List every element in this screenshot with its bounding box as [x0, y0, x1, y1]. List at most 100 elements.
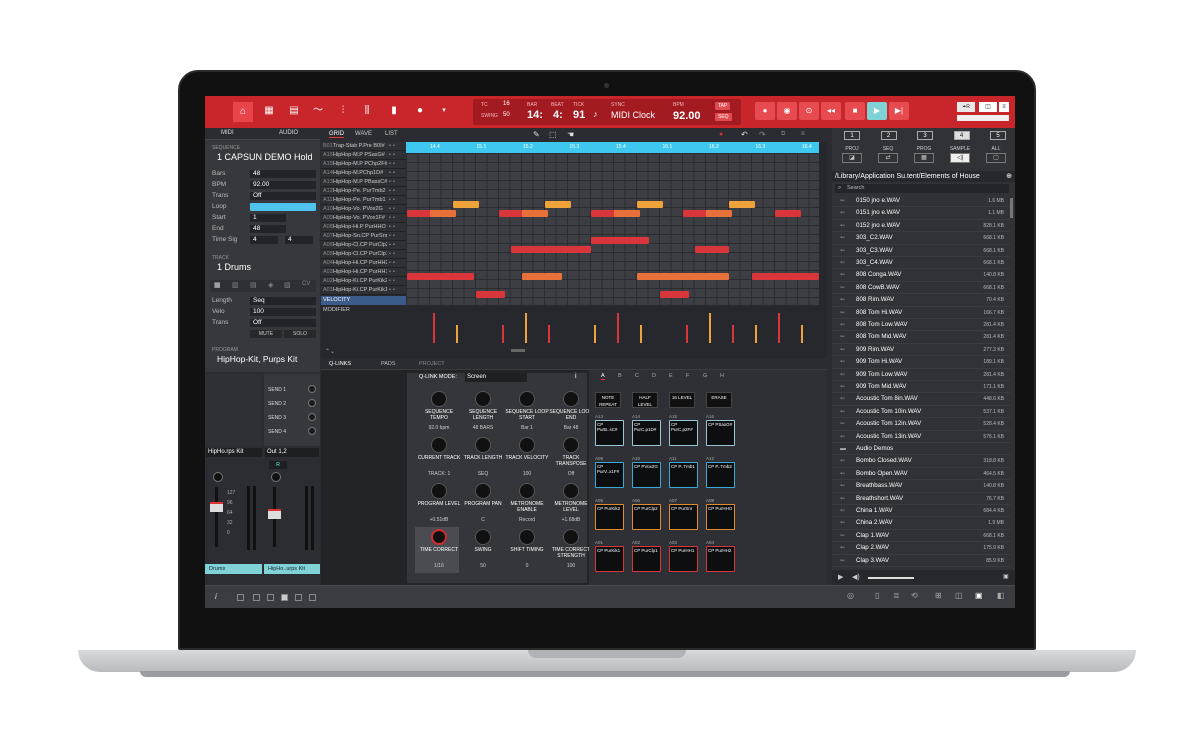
- track-mute-icon[interactable]: ▪: [389, 269, 391, 275]
- fader-2[interactable]: [268, 509, 281, 519]
- file-row[interactable]: ⇽ Bombo Closed.WAV 318.8 KB: [832, 455, 1010, 468]
- velo-field[interactable]: 100: [250, 308, 316, 316]
- play-start-button[interactable]: ▶|: [889, 102, 909, 120]
- fader-1[interactable]: [210, 502, 223, 512]
- drum-pad[interactable]: CP PurHH2: [706, 546, 735, 572]
- paste-icon[interactable]: ⧈: [801, 131, 805, 138]
- midi-note[interactable]: [407, 272, 474, 280]
- info-button[interactable]: i: [215, 592, 217, 601]
- pad-bank-tab[interactable]: C: [635, 373, 639, 379]
- solo-button[interactable]: SOLO: [284, 330, 316, 338]
- tab-qlinks[interactable]: Q-LINKS: [329, 361, 351, 367]
- track-row[interactable]: A04HipHop-Hi.CP PurHH2▪ ▪: [321, 259, 406, 268]
- stop-overdub-button[interactable]: ⊙: [799, 102, 819, 120]
- help-icon[interactable]: ◧: [997, 591, 1005, 600]
- pan-knob-2[interactable]: [271, 472, 281, 482]
- mute-button[interactable]: MUTE: [250, 330, 282, 338]
- midi-note[interactable]: [545, 200, 572, 208]
- undo-history-icon[interactable]: ◫: [979, 102, 997, 112]
- velocity-lane[interactable]: [406, 306, 819, 345]
- send-3-knob[interactable]: [308, 413, 316, 421]
- track-row[interactable]: A09HipHop-Vo. PVox1F# ▪ ▪: [321, 214, 406, 223]
- midi-note[interactable]: [430, 209, 457, 217]
- grid-icon[interactable]: ▦: [262, 104, 276, 118]
- qlink-knob[interactable]: [563, 391, 579, 407]
- track-solo-icon[interactable]: ▪: [393, 215, 395, 221]
- browser-number-tab[interactable]: 4: [953, 131, 970, 140]
- track-row[interactable]: A05HipHop-Cl.CP PurClp1▪ ▪: [321, 250, 406, 259]
- hand-icon[interactable]: ☚: [567, 130, 574, 139]
- velocity-bar[interactable]: [686, 325, 688, 343]
- track-solo-icon[interactable]: ▪: [393, 206, 395, 212]
- track-row[interactable]: B01Trap-Stab P.Pre B0I# ▪ ▪: [321, 142, 406, 151]
- track-solo-icon[interactable]: ▪: [393, 179, 395, 185]
- track-mute-icon[interactable]: ▪: [389, 206, 391, 212]
- rewind-button[interactable]: ◂◂: [821, 102, 841, 120]
- velocity-bar[interactable]: [801, 325, 803, 343]
- qlink-knob[interactable]: [475, 391, 491, 407]
- input-select[interactable]: HipHo.rps Kit: [206, 448, 262, 457]
- qlink-knob[interactable]: [475, 437, 491, 453]
- send-2-knob[interactable]: [308, 399, 316, 407]
- file-row[interactable]: ⇽ China 2.WAV 1.9 MB: [832, 517, 1010, 530]
- view-mode-5-icon[interactable]: [295, 594, 302, 601]
- select-icon[interactable]: ⬚: [549, 130, 557, 139]
- midi-note[interactable]: [694, 245, 729, 253]
- track-row[interactable]: A11HipHop-Pe. PurTmb1 ▪ ▪: [321, 196, 406, 205]
- file-row[interactable]: ⇽ Clap 1.WAV 668.1 KB: [832, 530, 1010, 543]
- track-mute-icon[interactable]: ▪: [389, 161, 391, 167]
- midi-note[interactable]: [591, 236, 649, 244]
- qlink-knob[interactable]: [519, 437, 535, 453]
- midi-note[interactable]: [453, 200, 480, 208]
- redo-icon[interactable]: ↷: [759, 130, 766, 139]
- qlink-knob[interactable]: [431, 529, 447, 545]
- bar-value[interactable]: 14:: [527, 109, 543, 121]
- sync-value[interactable]: MIDI Clock: [611, 110, 655, 120]
- record-button[interactable]: ●: [755, 102, 775, 120]
- midi-note[interactable]: [775, 209, 802, 217]
- program-name[interactable]: HipHop-Kit, Purps Kit: [217, 354, 297, 364]
- info-icon[interactable]: i: [575, 373, 577, 380]
- midi-note[interactable]: [752, 272, 819, 280]
- velocity-bar[interactable]: [502, 325, 504, 343]
- clip-icon[interactable]: ▤: [250, 281, 257, 289]
- file-row[interactable]: ⇽ 0150 jno e.WAV 1.6 MB: [832, 195, 1010, 208]
- qlink-knob[interactable]: [563, 529, 579, 545]
- track-row[interactable]: A01HipHop-Ki.CP PurKik1▪ ▪: [321, 286, 406, 295]
- track-mute-icon[interactable]: ▪: [389, 287, 391, 293]
- drum-pad[interactable]: CP PurHHO: [706, 504, 735, 530]
- send-1-knob[interactable]: [308, 385, 316, 393]
- channel-2-strip-label[interactable]: HipHo..urps Kit: [264, 564, 320, 574]
- tab-project[interactable]: PROJECT: [419, 361, 445, 367]
- track-mute-icon[interactable]: ▪: [389, 233, 391, 239]
- view-mode-2-icon[interactable]: [253, 594, 260, 601]
- faders-icon[interactable]: ⫼: [360, 104, 374, 118]
- keygroup-icon[interactable]: ▥: [232, 281, 239, 289]
- track-trans-field[interactable]: Off: [250, 319, 316, 327]
- add-icon[interactable]: ⊕: [1006, 171, 1012, 182]
- track-solo-icon[interactable]: ▪: [393, 224, 395, 230]
- browser-path[interactable]: /Library/Application Su.tent/Elements of…: [832, 171, 1015, 182]
- track-mute-icon[interactable]: ▪: [389, 197, 391, 203]
- file-row[interactable]: ⇽ 808 Conga.WAV 140.8 KB: [832, 269, 1010, 282]
- view-mode-3-icon[interactable]: [267, 594, 274, 601]
- file-row[interactable]: ⇽ China 1.WAV 684.4 KB: [832, 505, 1010, 518]
- file-row[interactable]: ⇽ 808 Tom Mid.WAV 281.4 KB: [832, 331, 1010, 344]
- qlink-knob[interactable]: [519, 483, 535, 499]
- pad-function-button[interactable]: ERASE: [706, 392, 732, 408]
- pad-bank-tab[interactable]: D: [652, 373, 656, 379]
- track-row[interactable]: A12HipHop-Pe. PurTmb2 ▪ ▪: [321, 187, 406, 196]
- drum-pad[interactable]: CP PurKik1: [595, 546, 624, 572]
- pad-function-button[interactable]: 16 LEVEL: [669, 392, 695, 408]
- browser-number-tab[interactable]: 5: [990, 131, 1006, 140]
- tab-list[interactable]: LIST: [385, 131, 398, 137]
- track-solo-icon[interactable]: ▪: [393, 233, 395, 239]
- save-icon[interactable]: ▣: [975, 591, 983, 600]
- track-solo-icon[interactable]: ▪: [393, 269, 395, 275]
- drum-pad[interactable]: CP PurC.p1D#: [632, 420, 661, 446]
- drum-pad[interactable]: CP PurC.p2F#: [669, 420, 698, 446]
- swing-value[interactable]: 50: [503, 112, 510, 118]
- grid-view-icon[interactable]: ⊞: [935, 591, 942, 600]
- midi-note[interactable]: [476, 290, 505, 298]
- midi-note[interactable]: [660, 290, 689, 298]
